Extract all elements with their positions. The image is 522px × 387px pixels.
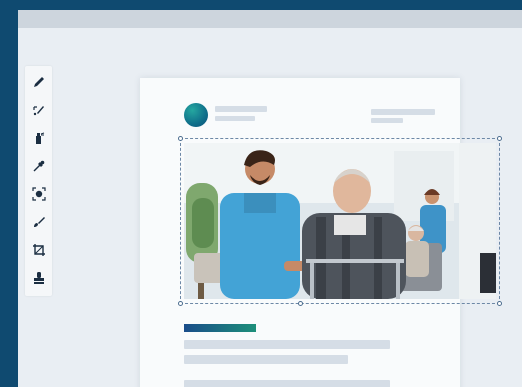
brush-icon xyxy=(33,216,45,227)
header-right-placeholder xyxy=(371,109,435,115)
author-line-placeholder xyxy=(215,106,267,112)
document-page[interactable] xyxy=(140,78,502,387)
selection-icon xyxy=(32,105,44,115)
header-right-subline-placeholder xyxy=(371,118,403,123)
pencil-tool[interactable] xyxy=(28,71,49,92)
author-subline-placeholder xyxy=(215,116,255,121)
canvas-area xyxy=(18,28,522,387)
selection-tool[interactable] xyxy=(28,99,49,120)
resize-handle-bottom-mid[interactable] xyxy=(298,301,303,306)
text-line-placeholder xyxy=(184,355,348,364)
crop-icon xyxy=(32,243,45,256)
crop-tool[interactable] xyxy=(28,239,49,260)
accent-bar xyxy=(184,324,256,332)
text-line-placeholder xyxy=(184,340,390,349)
resize-handle-bottom-left[interactable] xyxy=(178,301,183,306)
text-line-placeholder xyxy=(184,380,390,387)
resize-handle-bottom-right[interactable] xyxy=(497,301,502,306)
editor-window xyxy=(18,10,522,387)
brush-tool[interactable] xyxy=(28,211,49,232)
avatar xyxy=(184,103,208,127)
resize-handle-top-right[interactable] xyxy=(497,136,502,141)
stamp-tool[interactable] xyxy=(28,267,49,288)
photo[interactable] xyxy=(184,143,496,299)
tool-palette xyxy=(25,66,52,296)
pencil-icon xyxy=(33,76,44,87)
stamp-icon xyxy=(33,271,44,284)
spray-icon xyxy=(35,132,44,144)
top-bar xyxy=(18,10,522,28)
face-detect-icon xyxy=(31,186,46,201)
spray-tool[interactable] xyxy=(28,127,49,148)
selected-image-frame[interactable] xyxy=(178,136,502,306)
eyedropper-tool[interactable] xyxy=(28,155,49,176)
resize-handle-top-left[interactable] xyxy=(178,136,183,141)
eyedropper-icon xyxy=(33,160,44,171)
face-detect-tool[interactable] xyxy=(28,183,49,204)
photo-illustration xyxy=(184,143,496,299)
